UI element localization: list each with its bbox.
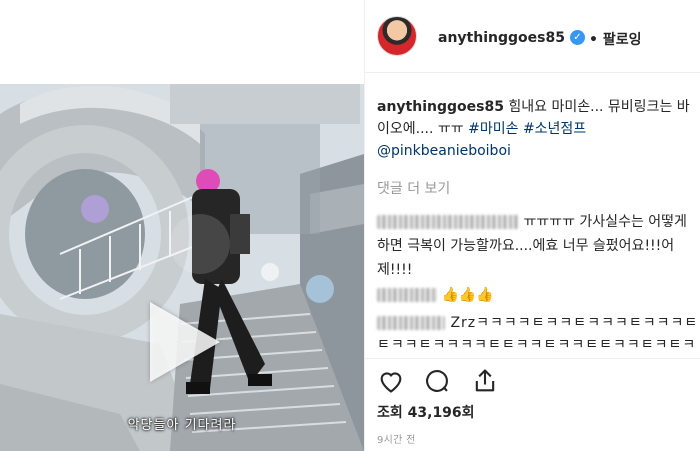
play-button[interactable] [150,302,220,382]
comment-item: Zrzㅋㅋㅋㅋㅌㅋㅋㅌㅋㅋㅋㅌㅋㅋㅋㅌㅌㅋㅋㅌㅋㅋㅋㅋㅌㅌㅋㅋㅌㅋㅋㅌㅌㅋㅋㅌㅋ… [377,312,700,356]
media-top-area [0,0,364,84]
comment-username-blurred[interactable] [377,316,445,330]
comment-text: 👍👍👍 [441,287,494,303]
comment-item: ㅠㅠㅠㅠ 가사실수는 어떻게하면 극복이 가능할까요....에효 너무 슬펐어요… [377,210,697,282]
views-label: 조회 [377,405,403,421]
heart-icon[interactable] [377,367,405,395]
verified-badge-icon: ✓ [570,30,585,45]
avatar[interactable] [377,16,417,56]
post-timestamp[interactable]: 9시간 전 [377,431,416,446]
comment-item: 👍👍👍 [377,284,697,306]
post-side-panel: anythinggoes85 ✓ • 팔로잉 anythinggoes85 힘내… [364,0,700,451]
view-more-comments[interactable]: 댓글 더 보기 [377,178,450,198]
video-player[interactable] [0,84,364,451]
views-count: 43,196회 [407,405,475,421]
hashtag-link[interactable]: #소년점프 [523,121,586,137]
caption: anythinggoes85 힘내요 마미손... 뮤비링크는 바이오에....… [377,96,697,162]
video-frame [0,84,364,451]
caption-username[interactable]: anythinggoes85 [377,99,504,115]
comment-username-blurred[interactable] [377,288,437,302]
following-button[interactable]: • 팔로잉 [589,29,641,49]
view-count: 조회 43,196회 [377,402,475,422]
header-username[interactable]: anythinggoes85 [438,30,565,46]
mention-link[interactable]: @pinkbeanieboiboi [377,143,511,159]
hashtag-link[interactable]: #마미손 [468,121,518,137]
action-bar [365,358,700,398]
comment-username-blurred[interactable] [377,215,519,229]
share-icon[interactable] [471,367,499,395]
video-subtitle: 악당들아 기다려라 [127,418,237,433]
comment-icon[interactable] [423,367,451,395]
post-header: anythinggoes85 ✓ • 팔로잉 [365,0,700,73]
media-panel: 악당들아 기다려라 [0,0,364,451]
